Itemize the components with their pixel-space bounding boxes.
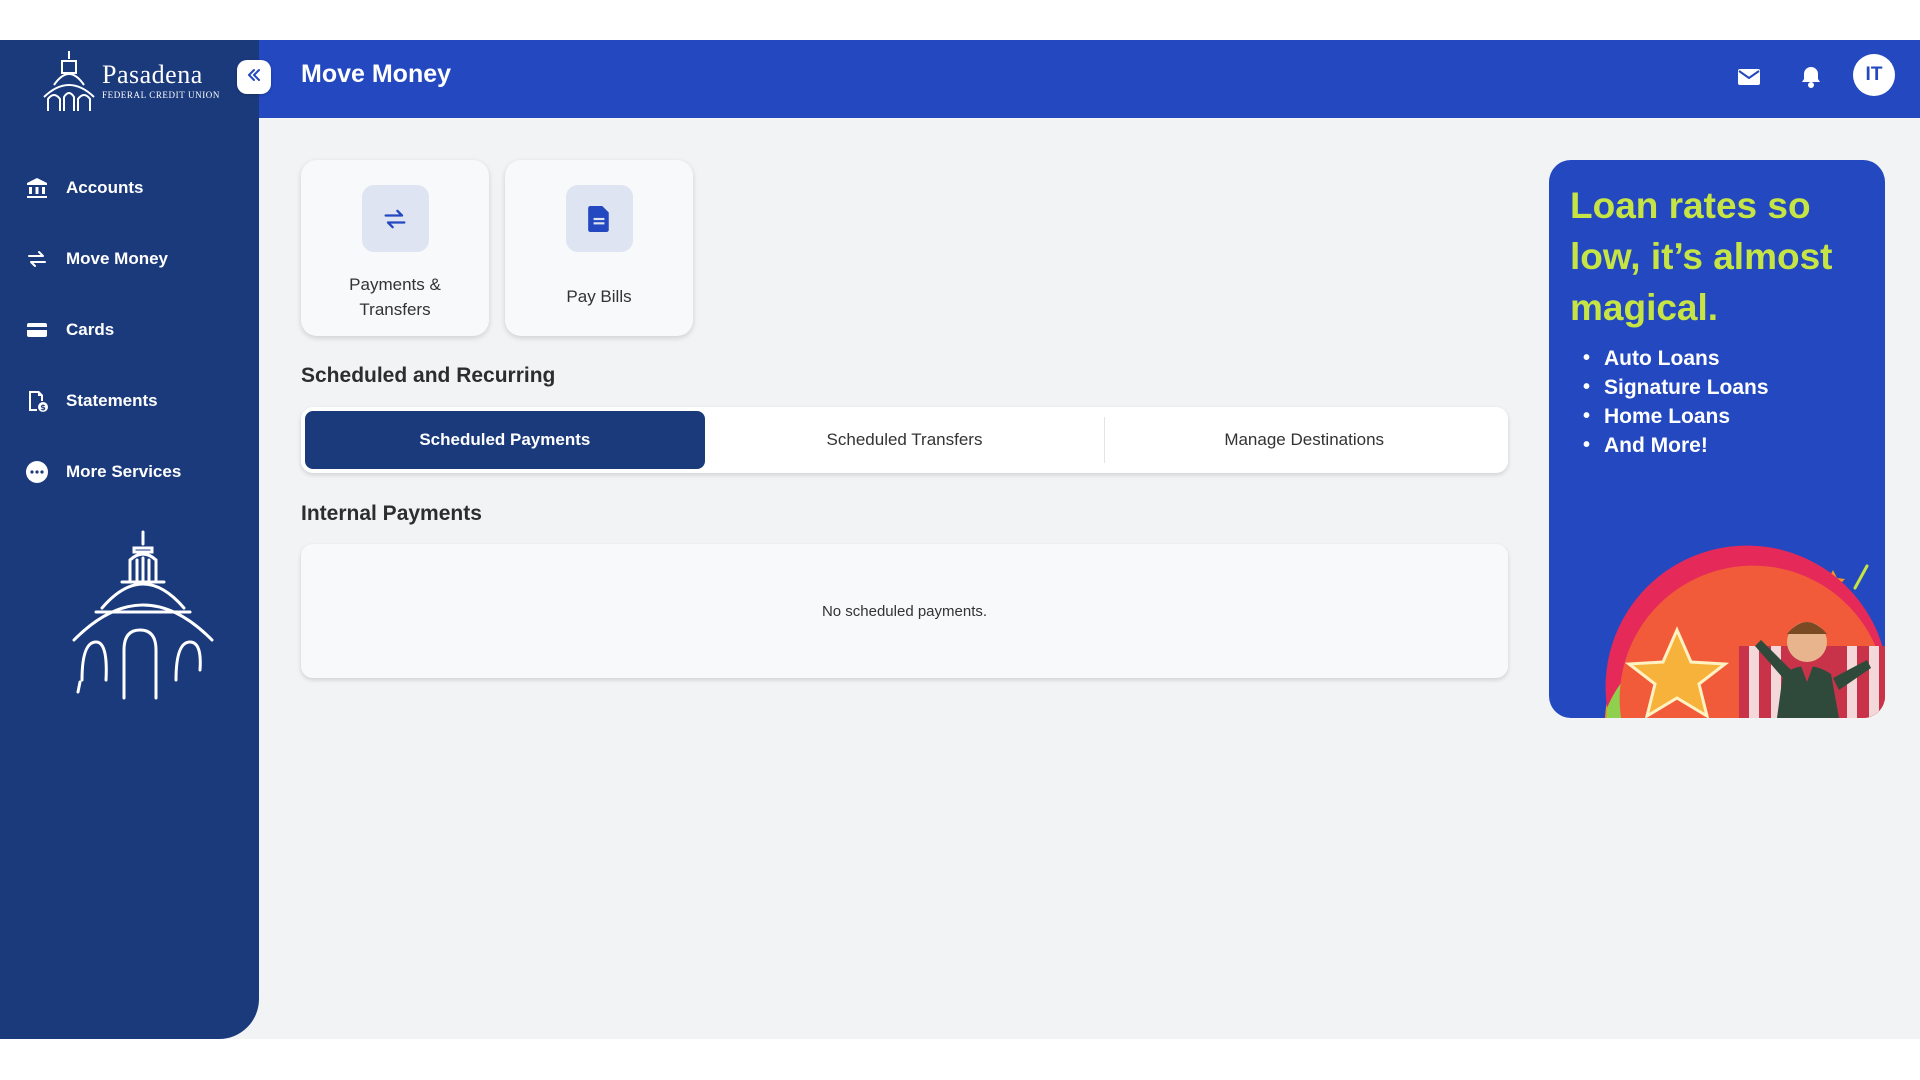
sidebar-item-accounts[interactable]: Accounts <box>0 152 259 223</box>
promo-list-item: Auto Loans <box>1583 344 1769 373</box>
loan-promo-banner[interactable]: Loan rates so low, it’s almost magical. … <box>1549 160 1885 718</box>
sidebar-item-move-money[interactable]: Move Money <box>0 223 259 294</box>
brand-logo[interactable]: Pasadena FEDERAL CREDIT UNION <box>40 48 230 114</box>
empty-state-message: No scheduled payments. <box>821 602 988 620</box>
brand-subtitle: FEDERAL CREDIT UNION <box>102 90 220 100</box>
sidebar: Pasadena FEDERAL CREDIT UNION Accounts M… <box>0 40 259 1039</box>
statement-icon: $ <box>24 388 50 414</box>
tab-scheduled-payments[interactable]: Scheduled Payments <box>305 411 705 469</box>
sidebar-item-label: Statements <box>66 390 158 410</box>
top-header: Move Money IT <box>259 40 1920 118</box>
sidebar-nav: Accounts Move Money Cards $ Statements M… <box>0 152 259 507</box>
tile-label: Payments & Transfers <box>349 275 441 319</box>
sidebar-item-label: Cards <box>66 319 115 339</box>
sidebar-item-cards[interactable]: Cards <box>0 294 259 365</box>
sidebar-item-label: Accounts <box>66 177 144 197</box>
dark-mode-toggle[interactable] <box>1672 64 1702 94</box>
scheduled-tabs: Scheduled Payments Scheduled Transfers M… <box>301 407 1508 473</box>
card-icon <box>24 317 50 343</box>
tile-label: Pay Bills <box>566 287 632 306</box>
pay-bills-tile[interactable]: Pay Bills <box>505 160 693 336</box>
internal-payments-title: Internal Payments <box>301 502 482 525</box>
promo-illustration <box>1605 545 1885 718</box>
dome-illustration-icon <box>72 530 214 700</box>
page-title: Move Money <box>301 60 452 88</box>
more-dots-icon <box>24 459 50 485</box>
dome-logo-icon <box>43 51 95 111</box>
brand-name: Pasadena <box>102 60 203 89</box>
promo-headline: Loan rates so low, it’s almost magical. <box>1570 185 1833 328</box>
sidebar-item-label: More Services <box>66 461 182 481</box>
double-chevron-left-icon <box>245 66 263 89</box>
svg-text:$: $ <box>40 403 46 412</box>
moon-icon <box>1676 66 1698 93</box>
transfer-arrows-icon <box>24 246 50 272</box>
mail-icon <box>1737 67 1761 92</box>
messages-button[interactable] <box>1734 64 1764 94</box>
transfer-arrows-icon <box>361 185 429 252</box>
sidebar-item-label: Move Money <box>66 248 169 268</box>
scheduled-section-title: Scheduled and Recurring <box>301 364 556 387</box>
notifications-button[interactable] <box>1796 64 1826 94</box>
collapse-sidebar-button[interactable] <box>237 60 271 94</box>
bell-icon <box>1800 65 1822 94</box>
sidebar-item-more-services[interactable]: More Services <box>0 436 259 507</box>
bank-icon <box>24 175 50 201</box>
tab-scheduled-transfers[interactable]: Scheduled Transfers <box>705 411 1105 469</box>
user-avatar[interactable]: IT <box>1853 54 1895 96</box>
app-root: Pasadena FEDERAL CREDIT UNION Accounts M… <box>0 40 1920 1039</box>
internal-payments-card: No scheduled payments. <box>301 544 1508 678</box>
sidebar-item-statements[interactable]: $ Statements <box>0 365 259 436</box>
tab-manage-destinations[interactable]: Manage Destinations <box>1104 411 1504 469</box>
payments-transfers-tile[interactable]: Payments & Transfers <box>301 160 489 336</box>
document-icon <box>565 185 633 252</box>
